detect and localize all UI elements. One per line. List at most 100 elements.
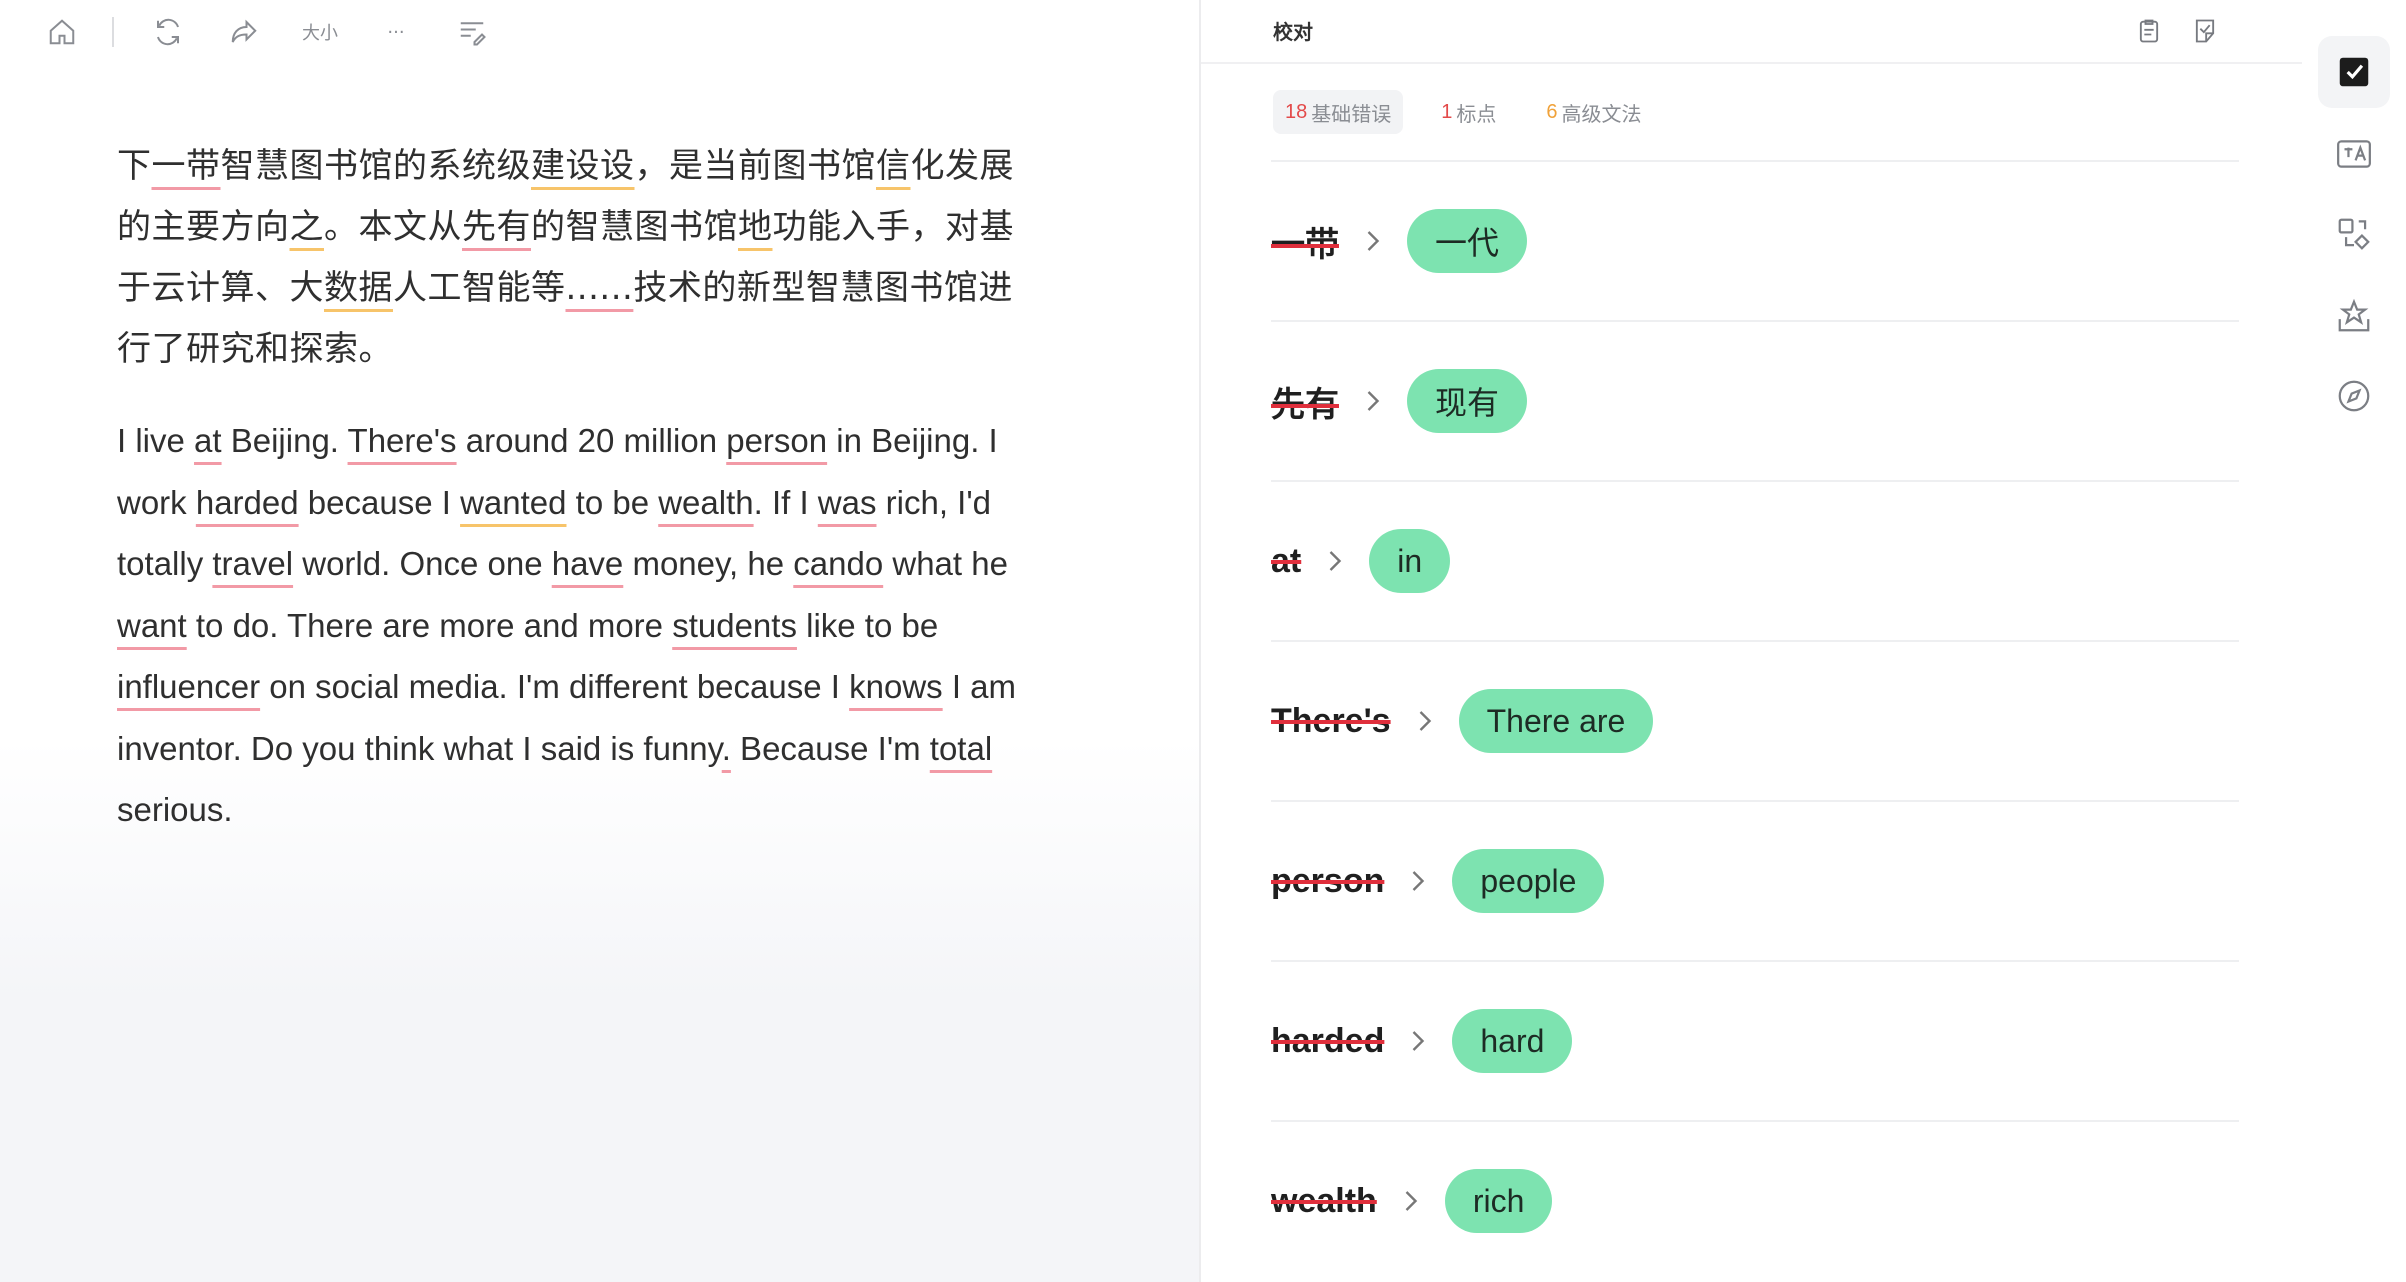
check-note-icon[interactable] [2188, 14, 2222, 48]
correction-item[interactable]: 先有 现有 [1271, 320, 2239, 480]
correction-item[interactable]: at in [1271, 480, 2239, 640]
editor-toolbar: 大小 ··· [40, 10, 526, 54]
editor-pane: 大小 ··· 下一带智慧图书馆的系统级建设设，是当前图书馆信化发展的主要方向之。… [0, 0, 1200, 1282]
text-run: . If I [753, 483, 818, 521]
correction-item[interactable]: There's There are [1271, 640, 2239, 800]
text-run: 的智慧图书馆 [531, 207, 738, 247]
favorite-box-icon[interactable] [2318, 280, 2390, 352]
text-run: ，是当前图书馆 [634, 146, 876, 186]
chevron-right-icon [1365, 389, 1381, 413]
error-category-tabs: 18 基础错误 1 标点 6 高级文法 [1273, 90, 1680, 134]
suggestion-mark[interactable]: wanted [460, 484, 566, 521]
suggestion-chip[interactable]: people [1452, 849, 1605, 913]
suggestion-mark[interactable]: 之 [290, 207, 325, 247]
tab-label: 高级文法 [1561, 101, 1642, 126]
error-mark[interactable]: There's [348, 422, 457, 459]
format-icon[interactable] [450, 10, 494, 54]
correction-item[interactable]: person people [1271, 800, 2239, 960]
tab-count: 18 [1285, 100, 1308, 123]
correction-item[interactable]: 一带 一代 [1271, 160, 2239, 320]
font-size-icon[interactable]: 大小 [298, 10, 342, 54]
suggestion-mark[interactable]: 建设设 [531, 146, 635, 186]
chevron-right-icon [1365, 229, 1381, 253]
toolbar-divider [112, 17, 114, 47]
chevron-right-icon [1417, 709, 1433, 733]
document-body[interactable]: 下一带智慧图书馆的系统级建设设，是当前图书馆信化发展的主要方向之。本文从先有的智… [117, 136, 1047, 841]
clipboard-icon[interactable] [2132, 14, 2166, 48]
error-mark[interactable]: total [930, 730, 992, 767]
error-mark[interactable]: cando [793, 545, 883, 582]
text-run: Beijing. [221, 422, 348, 459]
text-run: what he [883, 545, 1008, 582]
proofread-panel: 校对 18 基础错误 1 标点 6 高级文法 一带 一代 先有 现有 at in There's The… [1201, 0, 2302, 1282]
original-text: There's [1271, 701, 1391, 740]
tab-1[interactable]: 1 标点 [1429, 90, 1508, 134]
share-icon[interactable] [222, 10, 266, 54]
text-run: 人工智能等 [393, 268, 566, 308]
translate-icon[interactable] [2318, 118, 2390, 190]
home-icon[interactable] [40, 10, 84, 54]
panel-header: 校对 [1201, 0, 2302, 64]
text-run: 智慧图书馆的系统级 [220, 146, 531, 186]
correction-item[interactable]: wealth rich [1271, 1120, 2239, 1280]
text-run: like to be [796, 606, 939, 644]
original-text: harded [1271, 1021, 1385, 1060]
error-mark[interactable]: travel [212, 545, 293, 582]
panel-header-actions [2110, 14, 2222, 48]
error-mark[interactable]: influencer [117, 668, 260, 705]
error-mark[interactable]: wealth [658, 484, 753, 521]
compass-icon[interactable] [2318, 360, 2390, 432]
suggestion-mark[interactable]: 地 [738, 207, 773, 247]
suggestion-chip[interactable]: 现有 [1407, 369, 1528, 433]
error-mark[interactable]: students [672, 607, 797, 644]
correction-list: 一带 一代先有 现有 at in There's There are person people… [1271, 160, 2239, 1280]
error-mark[interactable]: 一带 [152, 146, 221, 186]
error-mark[interactable]: want [117, 607, 187, 644]
tab-2[interactable]: 6 高级文法 [1534, 90, 1653, 134]
text-run: world. Once one [293, 545, 552, 582]
text-run: to be [566, 483, 659, 521]
suggestion-mark[interactable]: 信 [876, 146, 911, 186]
tab-label: 基础错误 [1311, 101, 1392, 126]
chevron-right-icon [1403, 1189, 1419, 1213]
suggestion-chip[interactable]: in [1369, 529, 1451, 593]
text-run: to do. There are more and more [186, 606, 673, 644]
error-mark[interactable]: at [194, 422, 222, 459]
refresh-icon[interactable] [146, 10, 190, 54]
text-run: around 20 million [456, 422, 727, 459]
suggestion-mark[interactable]: 数据 [324, 268, 393, 308]
text-run: money, he [623, 545, 794, 582]
error-mark[interactable]: was [818, 484, 877, 521]
tab-0[interactable]: 18 基础错误 [1273, 90, 1404, 134]
chevron-right-icon [1410, 1029, 1426, 1053]
error-mark[interactable]: . [722, 730, 731, 767]
paragraph-english[interactable]: I live at Beijing. There's around 20 mil… [117, 410, 1047, 841]
error-mark[interactable]: ...... [566, 268, 634, 308]
original-text: 一带 [1271, 224, 1339, 265]
convert-icon[interactable] [2318, 198, 2390, 270]
text-run: 。本文从 [324, 207, 462, 247]
original-text: wealth [1271, 1181, 1377, 1220]
tab-count: 6 [1546, 100, 1558, 123]
suggestion-chip[interactable]: rich [1444, 1169, 1553, 1233]
error-mark[interactable]: knows [849, 668, 943, 705]
chevron-right-icon [1327, 549, 1343, 573]
tab-label: 标点 [1456, 101, 1497, 126]
suggestion-chip[interactable]: There are [1458, 689, 1654, 753]
error-mark[interactable]: have [552, 545, 624, 582]
paragraph-chinese[interactable]: 下一带智慧图书馆的系统级建设设，是当前图书馆信化发展的主要方向之。本文从先有的智… [117, 136, 1047, 380]
suggestion-chip[interactable]: hard [1452, 1009, 1573, 1073]
text-run: on social media. I'm different because I [260, 668, 850, 705]
more-icon[interactable]: ··· [374, 10, 418, 54]
suggestion-chip[interactable]: 一代 [1407, 209, 1528, 273]
text-run: 下 [117, 146, 152, 186]
error-mark[interactable]: harded [196, 484, 299, 521]
error-mark[interactable]: person [726, 422, 827, 459]
original-text: at [1271, 541, 1302, 580]
original-text: 先有 [1271, 384, 1339, 425]
error-mark[interactable]: 先有 [462, 207, 531, 247]
tab-count: 1 [1441, 100, 1453, 123]
text-run: Because I'm [730, 729, 930, 767]
proofread-icon[interactable] [2318, 36, 2390, 108]
correction-item[interactable]: harded hard [1271, 960, 2239, 1120]
